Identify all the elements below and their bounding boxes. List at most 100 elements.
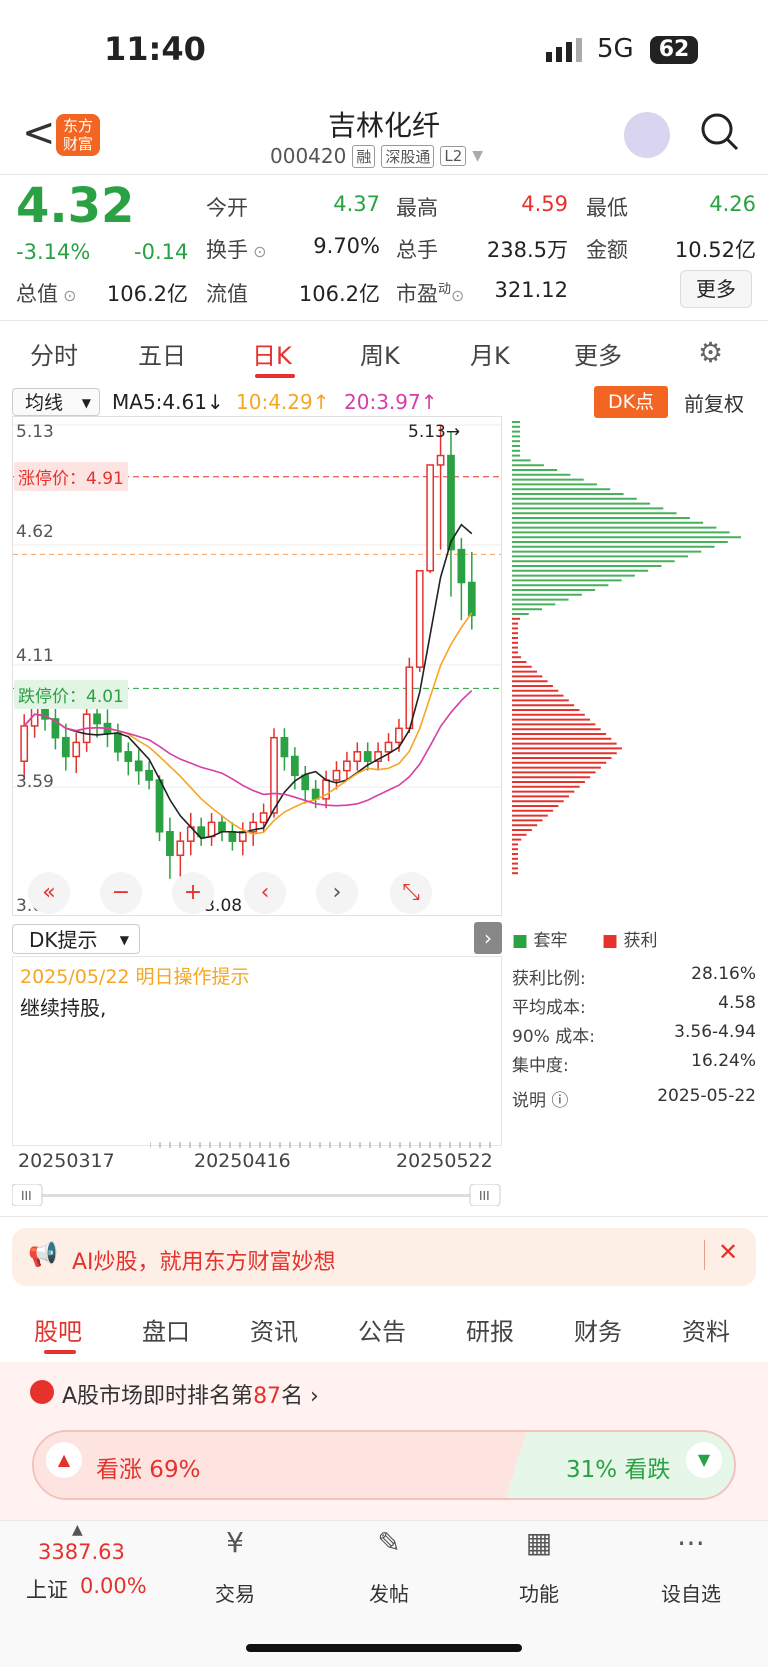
tab-intraday[interactable]: 分时 [30,336,78,371]
assistant-avatar-icon[interactable] [624,112,670,158]
chip-distribution [512,421,742,875]
yuan-exchange-icon[interactable]: ¥ [190,1526,280,1559]
tab-news[interactable]: 资讯 [250,1312,298,1347]
candle-body [332,769,341,781]
nav-trade[interactable]: 交易 [190,1578,280,1607]
dk-advice: 继续持股, [20,996,107,1020]
cost90-value: 3.56-4.94 [674,1022,756,1042]
search-icon[interactable] [700,112,740,156]
current-price: 4.32 [16,178,135,234]
candle-body [301,774,310,791]
bearish-vote-label[interactable]: 31% 看跌 [566,1450,670,1484]
amount-label: 金额 [586,238,628,262]
date-range-slider[interactable]: III III [12,1184,502,1206]
nav-function[interactable]: 功能 [494,1578,584,1607]
fullscreen-icon[interactable]: ⤡ [390,872,432,914]
turnover-value: 9.70% [313,234,380,258]
profit-ratio-label: 获利比例: [512,969,586,989]
volume-value: 238.5万 [486,238,568,262]
caret-up-icon: ▲ [72,1522,83,1538]
nav-watchlist[interactable]: 设自选 [646,1578,736,1607]
stock-code: 000420 [270,144,347,168]
zoom-out-icon[interactable]: − [100,872,142,914]
candle-body [426,464,435,572]
ma10-value: 10:4.29↑ [236,390,330,414]
y-axis-label: 4.11 [16,646,54,666]
ma5-value: MA5:4.61↓ [112,390,224,414]
adjust-select[interactable]: 前复权 [684,388,744,417]
bullish-vote-icon[interactable]: ▲ [46,1442,82,1478]
candle-body [395,727,403,744]
tab-monthly-k[interactable]: 月K [470,336,510,371]
candle-body [218,821,226,833]
index-name[interactable]: 上证 [26,1574,68,1604]
gear-icon[interactable]: ⚙ [698,336,723,369]
total-value: 106.2亿 [106,282,188,306]
candle-body [176,840,185,857]
close-icon[interactable]: ✕ [718,1238,738,1266]
crosshair-icon[interactable]: + [172,872,214,914]
limit-up-label: 涨停价：4.91 [14,462,128,491]
concentration-value: 16.24% [691,1051,756,1071]
candle-body [270,736,278,814]
index-value[interactable]: 3387.63 [38,1540,125,1564]
candle-body [20,725,29,762]
chip-note-link[interactable]: 说明 ⓘ [512,1086,568,1111]
candle-body [436,454,445,466]
chip-date: 2025-05-22 [657,1086,756,1106]
pe-value: 321.12 [494,278,568,302]
candle-body [405,666,414,730]
tab-forum[interactable]: 股吧 [34,1312,82,1347]
bullish-vote-label[interactable]: 看涨 69% [96,1450,200,1484]
svg-text:III: III [479,1189,490,1203]
tag-level2: L2 [440,146,467,166]
more-button[interactable]: 更多 [680,270,752,308]
kline-chart[interactable] [12,416,502,916]
indicator-select[interactable]: 均线 ▼ [12,388,100,416]
candle-body [93,713,101,725]
y-axis-label: 5.13 [16,422,54,442]
ma20-value: 20:3.97↑ [344,390,438,414]
profit-ratio-value: 28.16% [691,964,756,984]
tab-research[interactable]: 研报 [466,1312,514,1347]
ad-text[interactable]: AI炒股，就用东方财富妙想 [72,1244,336,1276]
chevron-down-icon[interactable]: ▼ [472,148,483,164]
scroll-left-icon[interactable]: ‹ [244,872,286,914]
tab-five-day[interactable]: 五日 [138,336,186,371]
ranking-icon [30,1380,54,1404]
tab-daily-k[interactable]: 日K [252,336,292,371]
tab-more[interactable]: 更多 [574,336,622,371]
tab-market-depth[interactable]: 盘口 [142,1312,190,1347]
tab-finance[interactable]: 财务 [574,1312,622,1347]
candle-body [363,751,372,762]
change-pct: -3.14% [16,240,91,264]
jump-left-icon[interactable]: « [28,872,70,914]
avg-cost-value: 4.58 [718,993,756,1013]
tab-profile[interactable]: 资料 [682,1312,730,1347]
index-change[interactable]: 0.00% [80,1574,147,1598]
x-axis-label: 20250317 [18,1150,115,1172]
turnover-label: 换手 ⊙ [206,238,267,262]
battery-icon: 62 [650,36,698,64]
candle-body [228,831,237,842]
candle-body [343,760,351,772]
chevron-right-icon[interactable]: › [474,922,502,954]
nav-post[interactable]: 发帖 [344,1578,434,1607]
bearish-vote-icon[interactable]: ▼ [686,1442,722,1478]
candle-body [447,454,455,551]
low-value: 4.26 [709,192,756,216]
tab-announcements[interactable]: 公告 [358,1312,406,1347]
dk-point-button[interactable]: DK点 [594,386,668,418]
high-label: 最高 [396,196,438,220]
grid-icon[interactable]: ▦ [494,1526,584,1559]
scroll-right-icon[interactable]: › [316,872,358,914]
dk-tip-select[interactable]: DK提示 ▼ [12,924,140,954]
high-mark: 5.13→ [408,422,461,442]
tab-weekly-k[interactable]: 周K [360,336,400,371]
more-dots-icon[interactable]: ⋯ [646,1526,736,1559]
network-type: 5G [597,34,634,64]
status-time: 11:40 [104,30,206,68]
candle-body [155,779,164,833]
edit-post-icon[interactable]: ✎ [344,1526,434,1559]
market-ranking[interactable]: A股市场即时排名第87名 › [62,1378,319,1410]
